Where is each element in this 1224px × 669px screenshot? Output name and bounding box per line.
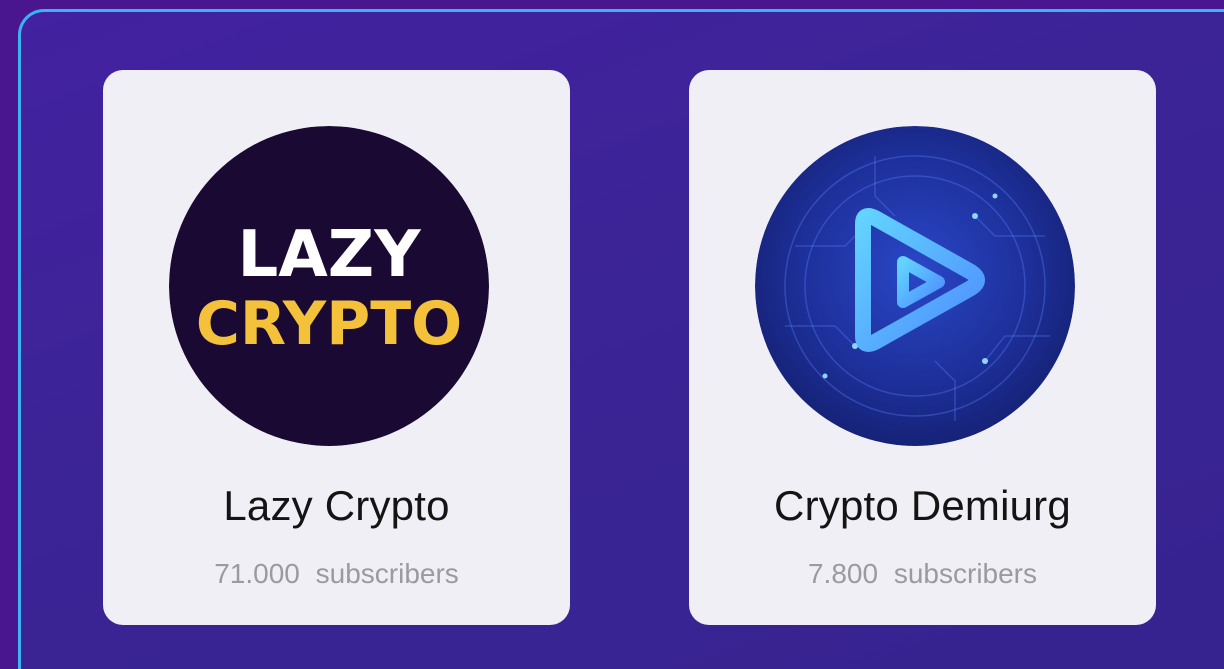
channel-card-crypto-demiurg[interactable]: Crypto Demiurg 7.800 subscribers xyxy=(689,70,1156,625)
crypto-demiurg-logo-icon xyxy=(755,126,1075,446)
subscriber-count: 7.800 xyxy=(807,558,879,589)
logo-text-line1: LAZY xyxy=(237,218,421,292)
channel-avatar xyxy=(755,126,1075,446)
subscriber-info: 71.000 subscribers xyxy=(103,558,570,590)
channel-list-panel: LAZY CRYPTO Lazy Crypto 71.000 subscribe… xyxy=(18,9,1224,669)
subscriber-count: 71.000 xyxy=(214,558,300,589)
channel-card-lazy-crypto[interactable]: LAZY CRYPTO Lazy Crypto 71.000 subscribe… xyxy=(103,70,570,625)
channel-avatar: LAZY CRYPTO xyxy=(169,126,489,446)
lazy-crypto-logo-icon: LAZY CRYPTO xyxy=(169,126,489,446)
subscriber-label: subscribers xyxy=(315,558,459,589)
subscriber-label: subscribers xyxy=(893,558,1038,589)
channel-name: Crypto Demiurg xyxy=(774,482,1071,529)
logo-text-line2: CRYPTO xyxy=(196,289,462,359)
subscriber-info: 7.800 subscribers xyxy=(689,558,1156,590)
channel-name: Lazy Crypto xyxy=(223,482,450,529)
